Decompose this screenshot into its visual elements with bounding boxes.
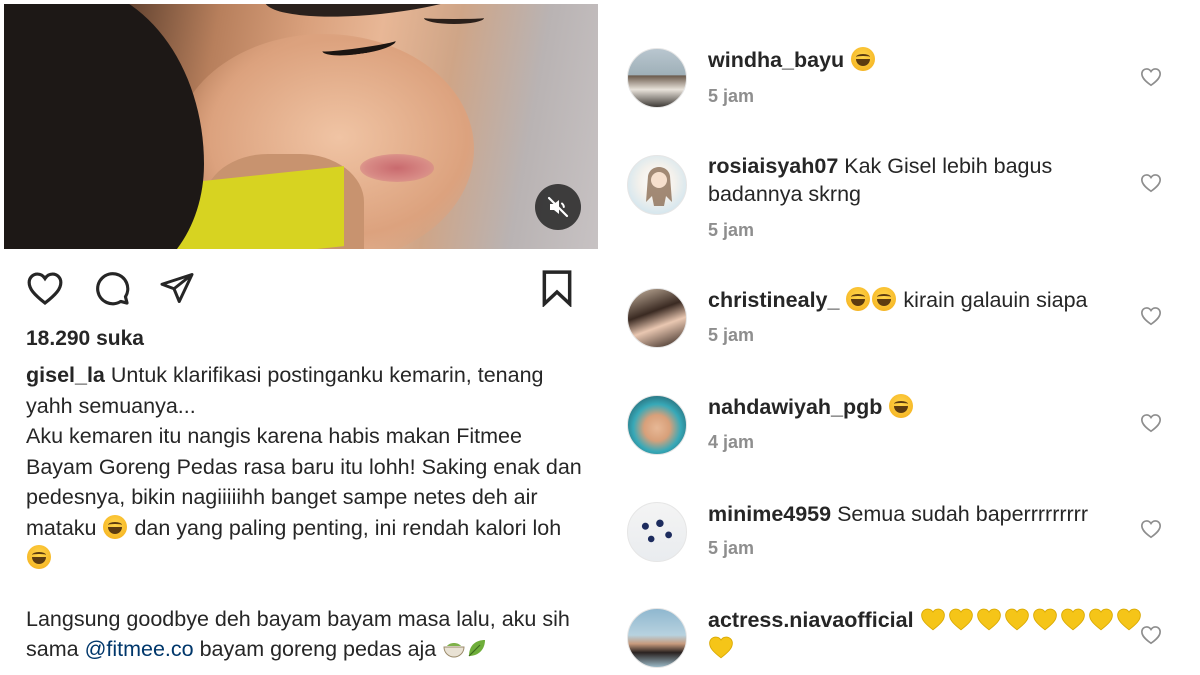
caption-username[interactable]: gisel_la [26, 363, 105, 387]
yellow-heart-icon [709, 636, 733, 659]
comment-body [882, 395, 888, 419]
speaker-muted-icon [547, 196, 569, 218]
comment-like-heart-icon[interactable] [1140, 518, 1162, 540]
post-actions [0, 262, 598, 314]
save-button[interactable] [537, 268, 577, 308]
yellow-heart-icon [976, 608, 1001, 631]
comment-username[interactable]: actress.niavaofficial [708, 608, 914, 632]
comment-text: nahdawiyah_pgb [708, 393, 1128, 421]
comment-like-heart-icon[interactable] [1140, 305, 1162, 327]
comment-username[interactable]: nahdawiyah_pgb [708, 395, 882, 419]
yellow-heart-icon [1116, 608, 1141, 631]
avatar[interactable] [627, 502, 687, 562]
grin-emoji-icon [872, 287, 897, 311]
comment-body: Semua sudah baperrrrrrrrr [831, 502, 1088, 526]
grin-emoji-icon [889, 394, 914, 418]
comment-like-heart-icon[interactable] [1140, 172, 1162, 194]
yellow-heart-icon [1004, 608, 1029, 631]
avatar[interactable] [627, 288, 687, 348]
post-caption: gisel_la Untuk klarifikasi postinganku k… [26, 360, 586, 665]
comment-body: kirain galauin siapa [897, 288, 1088, 312]
comment-username[interactable]: minime4959 [708, 502, 831, 526]
yum-emoji-icon [27, 545, 51, 569]
video-frame-lips [360, 154, 434, 182]
video-frame-hair [4, 4, 204, 249]
yellow-heart-icon [1060, 608, 1085, 631]
bowl-icon [443, 643, 465, 658]
paper-plane-icon [160, 273, 194, 303]
yellow-heart-icon [1088, 608, 1113, 631]
comment-like-heart-icon[interactable] [1140, 412, 1162, 434]
comment-username[interactable]: windha_bayu [708, 48, 844, 72]
comment-time: 4 jam [708, 432, 755, 452]
like-button[interactable] [25, 268, 65, 308]
leaf-icon [468, 640, 486, 657]
grin-emoji-icon [846, 287, 871, 311]
comment-icon [96, 272, 130, 306]
comment-time: 5 jam [708, 86, 755, 106]
comment-time: 5 jam [708, 538, 755, 558]
comment-like-heart-icon[interactable] [1140, 624, 1162, 646]
caption-mention[interactable]: @fitmee.co [85, 637, 194, 661]
avatar[interactable] [627, 395, 687, 455]
like-count[interactable]: 18.290 suka [26, 327, 144, 351]
comment-text: actress.niavaofficial [708, 606, 1148, 662]
comments-panel: windha_bayu 5 jam rosiaisyah07 Kak Gisel… [610, 0, 1200, 675]
comment-time: 5 jam [708, 220, 755, 240]
share-button[interactable] [157, 268, 197, 308]
heart-icon [27, 272, 63, 306]
comment-button[interactable] [92, 268, 132, 308]
comment-text: rosiaisyah07 Kak Gisel lebih bagus badan… [708, 152, 1128, 208]
avatar[interactable] [627, 608, 687, 668]
avatar[interactable] [627, 155, 687, 215]
yellow-heart-icon [920, 608, 945, 631]
video-frame-brow [424, 12, 484, 24]
yellow-heart-icon [948, 608, 973, 631]
bookmark-icon [542, 270, 572, 307]
comment-like-heart-icon[interactable] [1140, 66, 1162, 88]
comment-time: 5 jam [708, 325, 755, 345]
grinning-sweat-emoji-icon [103, 514, 128, 539]
comment-username[interactable]: christinealy_ [708, 288, 839, 312]
yellow-heart-icon [1032, 608, 1057, 631]
caption-line-3b: bayam goreng pedas aja [193, 637, 443, 661]
comment-text: minime4959 Semua sudah baperrrrrrrrr [708, 500, 1128, 528]
post-video[interactable] [4, 4, 598, 249]
comment-body [844, 48, 850, 72]
comment-text: windha_bayu [708, 46, 1128, 74]
mute-button[interactable] [535, 184, 581, 230]
comment-text: christinealy_ kirain galauin siapa [708, 286, 1128, 314]
grin-emoji-icon [851, 47, 876, 71]
comment-username[interactable]: rosiaisyah07 [708, 154, 838, 178]
caption-line-2b: dan yang paling penting, ini rendah kalo… [128, 515, 562, 540]
post-panel: 18.290 suka gisel_la Untuk klarifikasi p… [0, 0, 610, 675]
avatar[interactable] [627, 48, 687, 108]
avatar-illustration [646, 167, 672, 206]
